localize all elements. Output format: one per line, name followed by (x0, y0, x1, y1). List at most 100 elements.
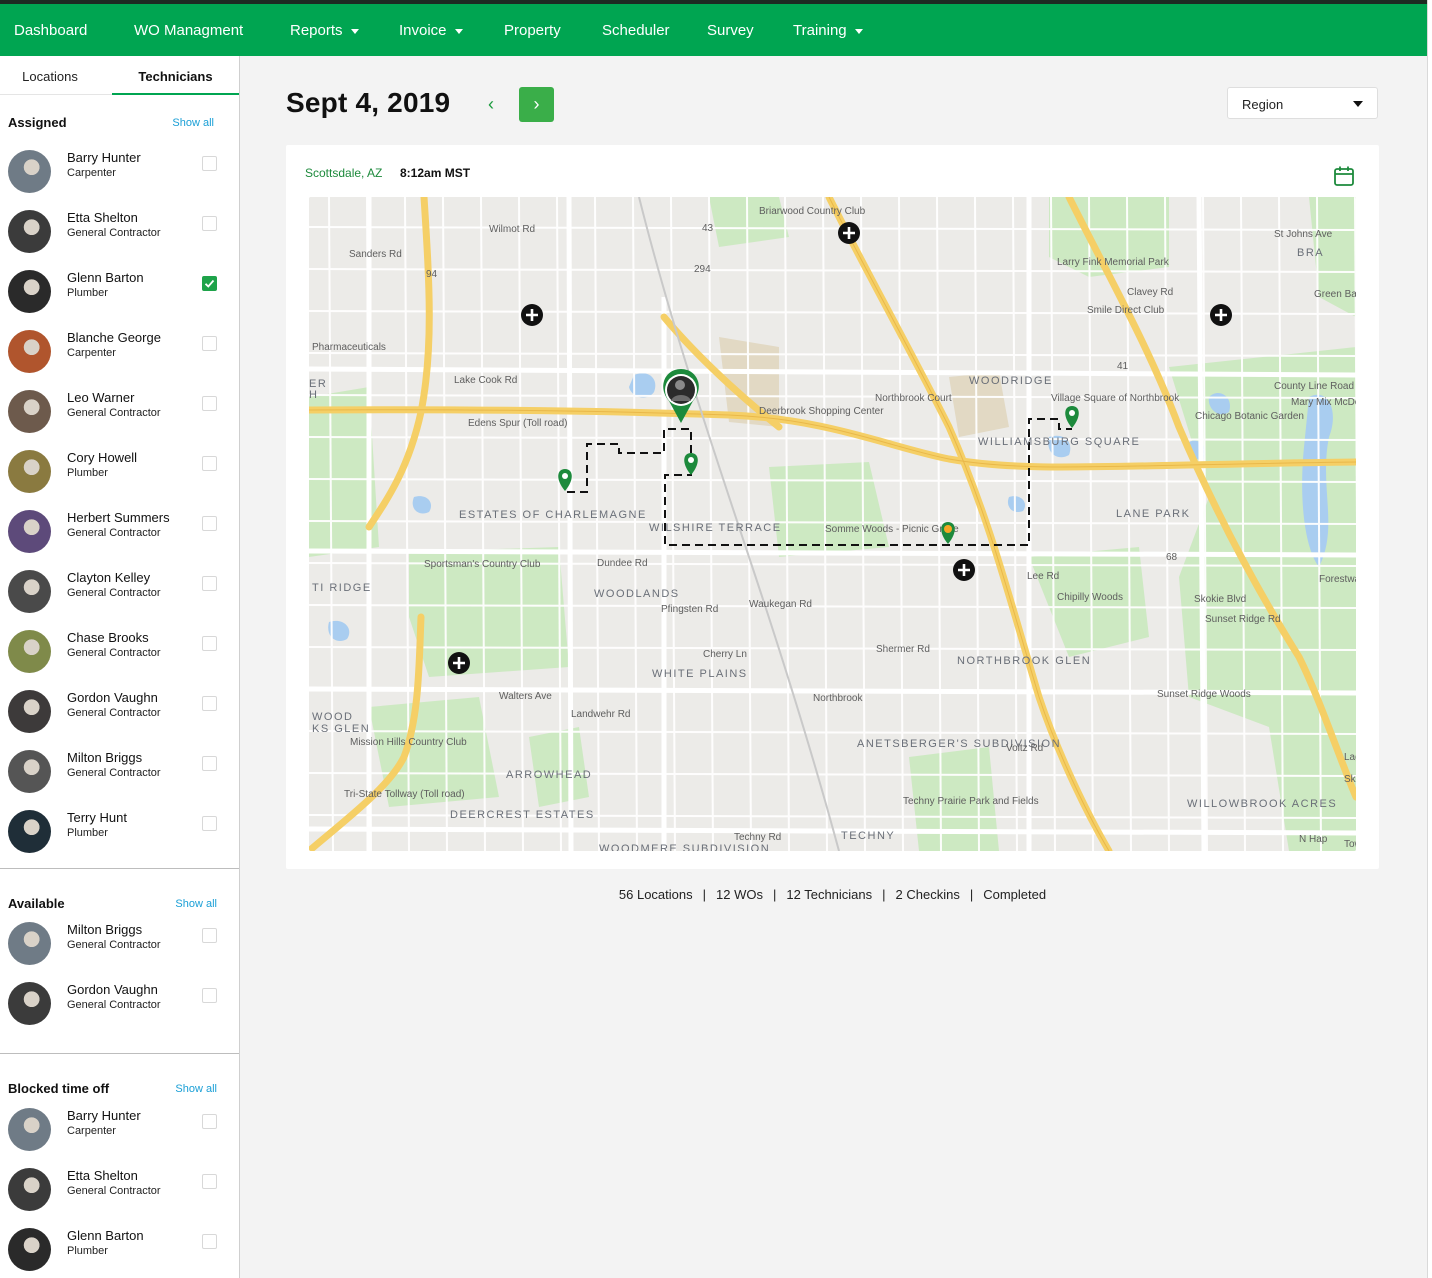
stat-technicians: 12 Technicians (786, 887, 873, 902)
map-label: Northbrook (813, 693, 863, 704)
technician-row[interactable]: Barry Hunter Carpenter (0, 1108, 239, 1168)
select-checkbox[interactable] (202, 396, 217, 411)
map-label: St Johns Ave (1274, 229, 1333, 240)
technician-row[interactable]: Terry Hunt Plumber (0, 810, 239, 870)
map-label: Techny Rd (734, 832, 781, 843)
map-label: Briarwood Country Club (759, 206, 866, 217)
map-label: Forestway Dr (1319, 574, 1356, 585)
select-checkbox[interactable] (202, 756, 217, 771)
select-checkbox[interactable] (202, 1174, 217, 1189)
summary-stats: 56 Locations | 12 WOs | 12 Technicians | 2 Che… (286, 887, 1379, 902)
map-label: Dundee Rd (597, 558, 648, 569)
technician-row[interactable]: Glenn Barton Plumber (0, 270, 239, 330)
map-label: County Line Road (1274, 381, 1354, 392)
technician-name: Milton Briggs (67, 922, 143, 937)
select-checkbox[interactable] (202, 988, 217, 1003)
nav-reports[interactable]: Reports (290, 4, 359, 56)
add-circle-icon (1210, 304, 1232, 326)
map-label: Lee Rd (1027, 571, 1059, 582)
technician-row[interactable]: Milton Briggs General Contractor (0, 922, 239, 982)
map-label: Northbrook Court (875, 393, 952, 404)
nav-property[interactable]: Property (504, 4, 561, 56)
show-all-link[interactable]: Show all (175, 1083, 217, 1095)
tab-technicians[interactable]: Technicians (112, 56, 239, 95)
select-checkbox[interactable] (202, 1234, 217, 1249)
select-checkbox[interactable] (202, 576, 217, 591)
map-label: Deerbrook Shopping Center (759, 406, 884, 417)
prev-day-button[interactable]: ‹ (480, 92, 502, 116)
select-checkbox[interactable] (202, 696, 217, 711)
select-checkbox[interactable] (202, 156, 217, 171)
section-title: Assigned (8, 115, 67, 130)
technician-row[interactable]: Cory Howell Plumber (0, 450, 239, 510)
map-canvas[interactable]: Briarwood Country Club Larry Fink Memoria… (309, 197, 1356, 851)
map-label: TECHNY (841, 830, 895, 842)
calendar-icon[interactable] (1333, 165, 1355, 187)
tab-locations[interactable]: Locations (0, 56, 100, 95)
technician-row[interactable]: Milton Briggs General Contractor (0, 750, 239, 810)
next-day-button[interactable]: › (519, 87, 554, 122)
map-label: TI RIDGE (312, 582, 372, 594)
technician-row[interactable]: Gordon Vaughn General Contractor (0, 690, 239, 750)
caret-down-icon (454, 28, 463, 34)
technician-row[interactable]: Herbert Summers General Contractor (0, 510, 239, 570)
avatar (8, 810, 51, 853)
select-checkbox[interactable] (202, 636, 217, 651)
avatar (8, 390, 51, 433)
region-select[interactable]: Region (1227, 87, 1378, 119)
map-label: Sportsman's Country Club (424, 559, 541, 570)
avatar (8, 210, 51, 253)
map-label: Landwehr Rd (571, 709, 630, 720)
technician-name: Terry Hunt (67, 810, 127, 825)
chevron-right-icon: › (533, 94, 540, 114)
map-label: ESTATES OF CHARLEMAGNE (459, 509, 647, 521)
nav-invoice[interactable]: Invoice (399, 4, 463, 56)
technician-row[interactable]: Leo Warner General Contractor (0, 390, 239, 450)
technician-name: Clayton Kelley (67, 570, 151, 585)
technician-row[interactable]: Barry Hunter Carpenter (0, 150, 239, 210)
nav-wo-management[interactable]: WO Managment (134, 4, 243, 56)
stat-separator: | (882, 887, 886, 902)
technician-row[interactable]: Chase Brooks General Contractor (0, 630, 239, 690)
select-checkbox[interactable] (202, 516, 217, 531)
show-all-link[interactable]: Show all (175, 898, 217, 910)
avatar (8, 750, 51, 793)
select-checkbox[interactable] (202, 456, 217, 471)
page-date-title: Sept 4, 2019 (286, 87, 451, 118)
select-checkbox[interactable] (202, 816, 217, 831)
map-label: Lake Cook Rd (454, 375, 517, 386)
technician-row[interactable]: Blanche George Carpenter (0, 330, 239, 390)
select-checkbox[interactable] (202, 276, 217, 291)
nav-training[interactable]: Training (793, 4, 863, 56)
map-label: Pharmaceuticals (312, 342, 386, 353)
avatar (8, 1108, 51, 1151)
map-label: Techny Prairie Park and Fields (903, 796, 1039, 807)
technician-name: Gordon Vaughn (67, 982, 158, 997)
route-map[interactable]: Briarwood Country Club Larry Fink Memoria… (309, 197, 1356, 851)
technician-row[interactable]: Etta Shelton General Contractor (0, 1168, 239, 1228)
technician-row[interactable]: Glenn Barton Plumber (0, 1228, 239, 1278)
technician-role: General Contractor (67, 227, 161, 239)
avatar (8, 1168, 51, 1211)
nav-label: WO Managment (134, 21, 244, 39)
map-label: WILSHIRE TERRACE (649, 522, 782, 534)
technician-row[interactable]: Gordon Vaughn General Contractor (0, 982, 239, 1042)
select-checkbox[interactable] (202, 216, 217, 231)
map-label: Somme Woods - Picnic Grove (825, 524, 959, 535)
map-label: DEERCREST ESTATES (450, 809, 595, 821)
select-checkbox[interactable] (202, 928, 217, 943)
nav-dashboard[interactable]: Dashboard (14, 4, 87, 56)
technician-row[interactable]: Etta Shelton General Contractor (0, 210, 239, 270)
add-circle-icon (448, 652, 470, 674)
technician-row[interactable]: Clayton Kelley General Contractor (0, 570, 239, 630)
select-checkbox[interactable] (202, 1114, 217, 1129)
select-checkbox[interactable] (202, 336, 217, 351)
section-header: Available Show all (0, 896, 239, 918)
map-label: Wilmot Rd (489, 224, 535, 235)
technician-name: Glenn Barton (67, 270, 144, 285)
window-edge (1427, 0, 1432, 1278)
nav-scheduler[interactable]: Scheduler (602, 4, 670, 56)
technician-role: Carpenter (67, 347, 116, 359)
show-all-link[interactable]: Show all (172, 117, 214, 129)
nav-survey[interactable]: Survey (707, 4, 754, 56)
